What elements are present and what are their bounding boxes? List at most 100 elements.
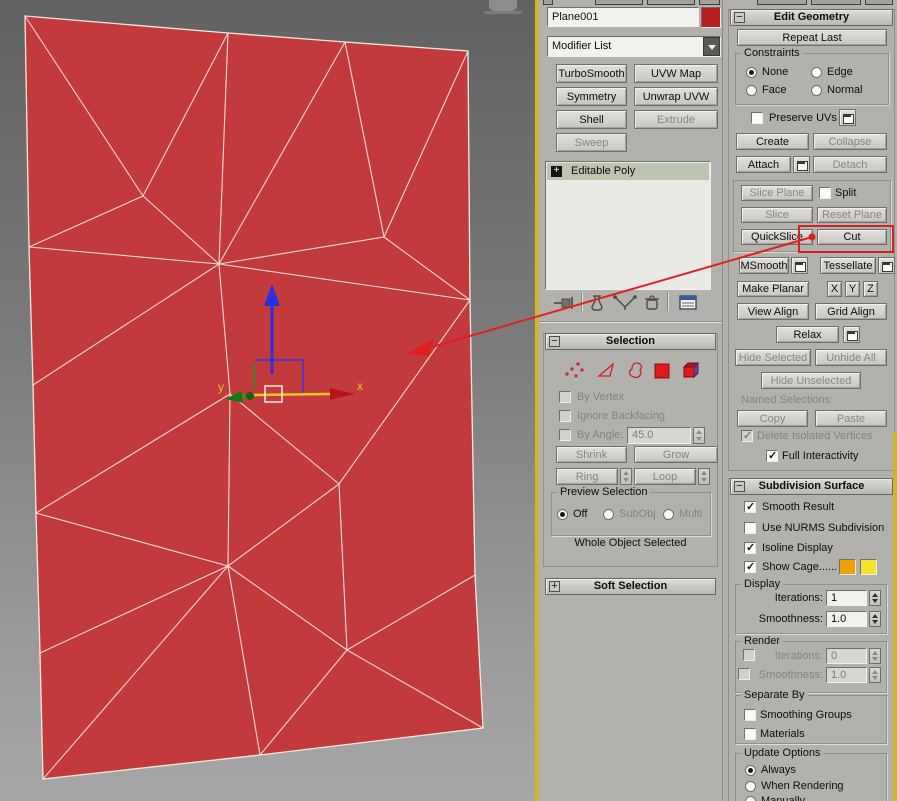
element-subobject-icon[interactable] [681, 360, 702, 379]
expand-icon[interactable]: + [551, 166, 562, 177]
modifier-list-dropdown[interactable]: Modifier List [547, 36, 721, 57]
soft-selection-rollout-header[interactable]: Soft Selection [545, 578, 716, 595]
subdivision-rollout-header[interactable]: Subdivision Surface [730, 478, 893, 495]
display-smoothness-field[interactable]: 1.0 [826, 611, 867, 627]
polygon-subobject-icon[interactable] [654, 363, 671, 380]
gizmo-x-axis[interactable] [249, 392, 331, 397]
display-iterations-spinner[interactable] [869, 590, 881, 606]
pin-stack-icon[interactable] [553, 294, 577, 312]
materials-checkbox[interactable] [744, 728, 756, 740]
cage-color-swatch-2[interactable] [860, 559, 877, 575]
panel-tab[interactable] [757, 0, 807, 5]
expand-icon[interactable] [549, 581, 560, 592]
isoline-display-checkbox[interactable] [744, 541, 756, 554]
attach-button[interactable]: Attach [736, 156, 791, 173]
dropdown-arrow-icon[interactable] [703, 37, 720, 56]
make-planar-button[interactable]: Make Planar [737, 281, 809, 297]
object-name-field[interactable]: Plane001 [547, 7, 699, 27]
collapse-icon[interactable] [734, 481, 745, 492]
render-smoothness-spinner[interactable] [869, 667, 881, 683]
show-end-result-icon[interactable] [589, 294, 605, 312]
ring-spinner[interactable] [620, 468, 632, 485]
panel-tab[interactable] [865, 0, 893, 5]
cage-color-swatch-1[interactable] [839, 559, 856, 575]
stack-item-editable-poly[interactable]: + Editable Poly [547, 163, 709, 180]
attach-settings-icon[interactable] [793, 156, 810, 173]
panel-tab[interactable] [543, 0, 553, 5]
constraint-face-radio[interactable] [746, 85, 757, 96]
preserve-uvs-checkbox[interactable] [751, 112, 763, 124]
edge-subobject-icon[interactable] [597, 361, 617, 381]
perspective-viewport[interactable]: z x y [0, 0, 535, 801]
unwrap-uvw-button[interactable]: Unwrap UVW [634, 87, 718, 106]
by-angle-checkbox[interactable] [559, 429, 571, 441]
panel-tab[interactable] [647, 0, 695, 5]
configure-modifier-sets-icon[interactable] [677, 294, 699, 312]
render-iterations-spinner[interactable] [869, 648, 881, 664]
collapse-icon[interactable] [549, 336, 560, 347]
cut-button[interactable]: Cut [817, 229, 887, 245]
smoothing-groups-checkbox[interactable] [744, 709, 756, 721]
make-unique-icon[interactable] [611, 294, 639, 312]
shell-button[interactable]: Shell [556, 110, 627, 129]
use-nurms-checkbox[interactable] [744, 522, 756, 534]
tessellate-button[interactable]: Tessellate [820, 257, 876, 274]
create-button[interactable]: Create [736, 133, 809, 150]
render-smoothness-field[interactable]: 1.0 [826, 667, 867, 683]
preserve-uvs-settings-icon[interactable] [839, 109, 856, 126]
remove-modifier-icon[interactable] [643, 294, 661, 312]
render-iterations-field[interactable]: 0 [826, 648, 867, 664]
turbosmooth-button[interactable]: TurboSmooth [556, 64, 627, 83]
constraint-normal-radio[interactable] [811, 85, 822, 96]
by-angle-spinner[interactable] [693, 427, 705, 444]
delete-isolated-vertices-checkbox[interactable] [741, 429, 753, 442]
split-checkbox[interactable] [819, 187, 831, 199]
quickslice-button[interactable]: QuickSlice [741, 229, 813, 245]
display-iterations-field[interactable]: 1 [826, 590, 867, 606]
constraint-none-radio[interactable] [746, 67, 757, 78]
ignore-backfacing-checkbox[interactable] [559, 410, 571, 422]
panel-tab[interactable] [811, 0, 861, 5]
make-planar-y-button[interactable]: Y [845, 281, 860, 297]
selection-rollout-header[interactable]: Selection [545, 333, 716, 350]
active-viewport-border [535, 0, 539, 801]
render-smoothness-checkbox[interactable] [738, 668, 750, 680]
repeat-last-button[interactable]: Repeat Last [737, 29, 887, 46]
display-smoothness-spinner[interactable] [869, 611, 881, 627]
update-always-radio[interactable] [745, 765, 756, 776]
editable-poly-object[interactable] [24, 15, 484, 780]
msmooth-settings-icon[interactable] [791, 257, 808, 274]
tessellate-settings-icon[interactable] [878, 257, 895, 274]
symmetry-button[interactable]: Symmetry [556, 87, 627, 106]
by-vertex-checkbox[interactable] [559, 391, 571, 403]
show-cage-checkbox[interactable] [744, 560, 756, 573]
view-align-button[interactable]: View Align [737, 303, 809, 320]
by-angle-field[interactable]: 45.0 [627, 427, 691, 444]
uvw-map-button[interactable]: UVW Map [634, 64, 718, 83]
object-color-swatch[interactable] [701, 7, 721, 28]
grid-align-button[interactable]: Grid Align [815, 303, 887, 320]
panel-tab[interactable] [595, 0, 643, 5]
smooth-result-checkbox[interactable] [744, 500, 756, 513]
update-manually-radio[interactable] [745, 796, 756, 801]
preview-off-radio[interactable] [557, 509, 568, 520]
full-interactivity-checkbox[interactable] [766, 449, 778, 462]
preview-multi-radio[interactable] [663, 509, 674, 520]
collapse-icon[interactable] [734, 12, 745, 23]
constraint-edge-radio[interactable] [811, 67, 822, 78]
make-planar-x-button[interactable]: X [827, 281, 842, 297]
border-subobject-icon[interactable] [625, 361, 645, 381]
edit-geometry-rollout-header[interactable]: Edit Geometry [730, 9, 893, 26]
modifier-stack-list[interactable]: + Editable Poly [545, 161, 711, 290]
update-when-rendering-radio[interactable] [745, 781, 756, 792]
materials-label: Materials [760, 728, 805, 740]
relax-button[interactable]: Relax [776, 326, 839, 343]
panel-tab[interactable] [699, 0, 720, 5]
render-iterations-checkbox[interactable] [743, 649, 755, 661]
loop-spinner[interactable] [698, 468, 710, 485]
make-planar-z-button[interactable]: Z [863, 281, 878, 297]
relax-settings-icon[interactable] [843, 326, 860, 343]
vertex-subobject-icon[interactable] [563, 361, 585, 381]
msmooth-button[interactable]: MSmooth [739, 257, 789, 274]
preview-subobj-radio[interactable] [603, 509, 614, 520]
